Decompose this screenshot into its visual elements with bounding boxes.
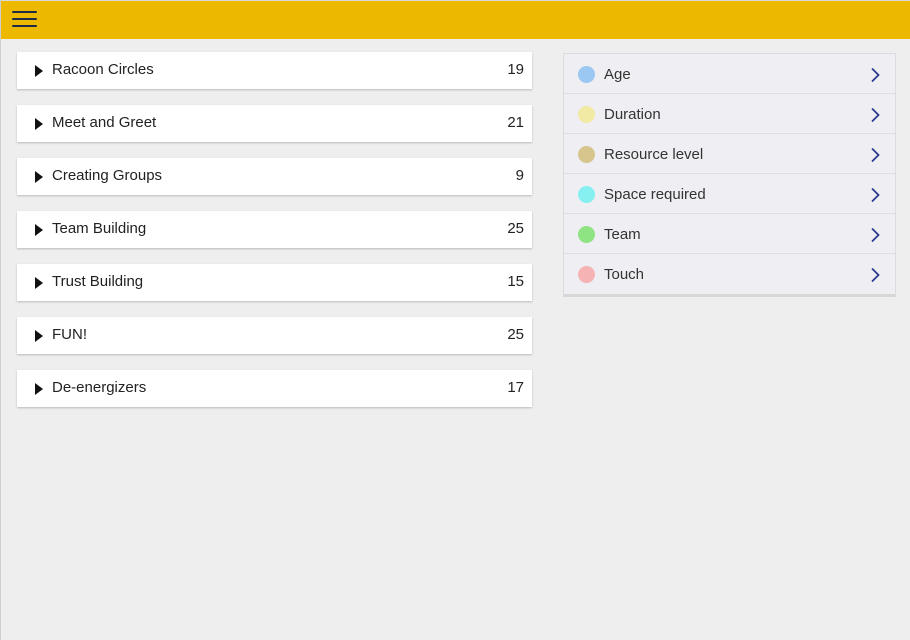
category-label: FUN! — [52, 326, 87, 343]
color-dot-icon — [578, 266, 595, 283]
filter-label: Resource level — [604, 146, 704, 163]
category-label: Creating Groups — [52, 167, 163, 184]
filter-label: Touch — [604, 266, 645, 283]
category-meet-and-greet[interactable]: Meet and Greet 21 — [17, 105, 532, 142]
filter-resource-level[interactable]: Resource level — [564, 134, 895, 174]
filter-touch[interactable]: Touch — [564, 254, 895, 294]
chevron-right-icon — [871, 187, 880, 203]
expand-triangle-icon — [35, 65, 43, 77]
expand-triangle-icon — [35, 224, 43, 236]
filter-age[interactable]: Age — [564, 54, 895, 94]
category-list: Racoon Circles 19 Meet and Greet 21 Crea… — [17, 52, 532, 423]
category-fun[interactable]: FUN! 25 — [17, 317, 532, 354]
filter-duration[interactable]: Duration — [564, 94, 895, 134]
category-count: 15 — [507, 273, 524, 290]
category-count: 21 — [507, 114, 524, 131]
filter-team[interactable]: Team — [564, 214, 895, 254]
chevron-right-icon — [871, 227, 880, 243]
chevron-right-icon — [871, 147, 880, 163]
category-trust-building[interactable]: Trust Building 15 — [17, 264, 532, 301]
color-dot-icon — [578, 106, 595, 123]
filter-space-required[interactable]: Space required — [564, 174, 895, 214]
chevron-right-icon — [871, 107, 880, 123]
expand-triangle-icon — [35, 171, 43, 183]
category-de-energizers[interactable]: De-energizers 17 — [17, 370, 532, 407]
color-dot-icon — [578, 186, 595, 203]
category-count: 25 — [507, 220, 524, 237]
color-dot-icon — [578, 66, 595, 83]
category-racoon-circles[interactable]: Racoon Circles 19 — [17, 52, 532, 89]
category-count: 25 — [507, 326, 524, 343]
filter-label: Age — [604, 66, 631, 83]
hamburger-menu-icon[interactable] — [12, 10, 37, 30]
chevron-right-icon — [871, 67, 880, 83]
filter-label: Space required — [604, 186, 706, 203]
color-dot-icon — [578, 146, 595, 163]
category-team-building[interactable]: Team Building 25 — [17, 211, 532, 248]
menu-icon-line — [12, 25, 37, 27]
category-creating-groups[interactable]: Creating Groups 9 — [17, 158, 532, 195]
app-frame: Racoon Circles 19 Meet and Greet 21 Crea… — [0, 0, 910, 640]
category-count: 19 — [507, 61, 524, 78]
chevron-right-icon — [871, 267, 880, 283]
menu-icon-line — [12, 18, 37, 20]
expand-triangle-icon — [35, 330, 43, 342]
expand-triangle-icon — [35, 277, 43, 289]
category-label: Trust Building — [52, 273, 144, 290]
category-count: 9 — [515, 167, 524, 184]
expand-triangle-icon — [35, 383, 43, 395]
expand-triangle-icon — [35, 118, 43, 130]
color-dot-icon — [578, 226, 595, 243]
category-label: Team Building — [52, 220, 147, 237]
category-label: De-energizers — [52, 379, 147, 396]
filter-list: Age Duration Resource level Space requir… — [563, 53, 896, 297]
category-label: Racoon Circles — [52, 61, 154, 78]
category-label: Meet and Greet — [52, 114, 157, 131]
menu-icon-line — [12, 11, 37, 13]
filter-label: Team — [604, 226, 641, 243]
filter-label: Duration — [604, 106, 661, 123]
category-count: 17 — [507, 379, 524, 396]
top-app-bar — [1, 0, 910, 39]
